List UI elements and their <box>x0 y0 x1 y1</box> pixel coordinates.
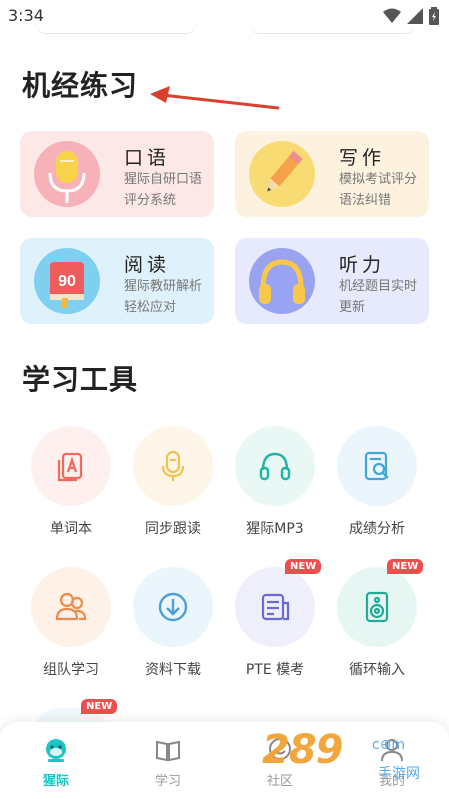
tool-label: 资料下载 <box>145 662 201 678</box>
practice-card-title: 阅读 <box>124 254 171 276</box>
score-analysis-icon <box>337 426 417 506</box>
practice-section-title: 机经练习 <box>22 69 139 102</box>
tool-label: 组队学习 <box>43 662 99 678</box>
tool-label: 循环输入 <box>349 662 405 678</box>
pencil-icon <box>249 141 315 207</box>
study-book-icon <box>156 740 180 762</box>
top-card-edge-right <box>250 24 415 34</box>
practice-card-listening[interactable]: 听力 机经题目实时更新 <box>235 238 429 324</box>
practice-card-title: 口语 <box>124 147 171 169</box>
tool-loop-input[interactable]: 循环输入 NEW <box>327 559 427 697</box>
new-badge: NEW <box>81 699 118 714</box>
practice-card-desc: 模拟考试评分语法纠错 <box>339 172 418 208</box>
book-number: 90 <box>58 273 76 290</box>
home-gorilla-icon <box>46 739 66 762</box>
practice-card-desc: 机经题目实时更新 <box>339 279 418 315</box>
practice-card-title: 写作 <box>339 147 386 169</box>
new-badge: NEW <box>285 559 322 574</box>
tool-vocabulary-book[interactable]: 单词本 <box>21 426 121 556</box>
tab-home[interactable]: 猩际 <box>16 736 96 789</box>
headphones-icon <box>235 426 315 506</box>
tab-label: 猩际 <box>42 774 69 789</box>
status-time: 3:34 <box>8 6 44 25</box>
practice-card-speaking[interactable]: 口语 猩际自研口语评分系统 <box>20 131 214 217</box>
mock-exam-icon <box>235 567 315 647</box>
practice-card-title: 听力 <box>339 254 386 276</box>
site-watermark: 289 c⊕m 手游网 <box>262 727 442 789</box>
wifi-icon <box>383 8 401 23</box>
tool-mp3[interactable]: 猩际MP3 <box>225 426 325 556</box>
practice-card-desc: 猩际自研口语评分系统 <box>124 172 203 208</box>
tool-label: 猩际MP3 <box>246 521 304 537</box>
new-badge: NEW <box>387 559 424 574</box>
tool-label: 单词本 <box>50 521 92 537</box>
tools-section-title: 学习工具 <box>22 363 139 396</box>
practice-card-desc: 猩际教研解析轻松应对 <box>124 279 203 315</box>
tool-pte-mock[interactable]: PTE 模考 NEW <box>225 559 325 697</box>
battery-icon <box>429 7 439 25</box>
tool-download[interactable]: 资料下载 <box>123 567 223 697</box>
tool-score-analysis[interactable]: 成绩分析 <box>327 426 427 556</box>
tool-label: 成绩分析 <box>349 521 405 537</box>
tool-label: 同步跟读 <box>145 521 201 537</box>
watermark-text: 289 <box>262 727 343 773</box>
tool-group-study[interactable]: 组队学习 <box>21 567 121 697</box>
book-icon: 90 <box>34 248 100 314</box>
tab-label: 学习 <box>154 774 181 789</box>
headphones-icon <box>249 248 315 314</box>
speaker-icon <box>337 567 417 647</box>
practice-card-reading[interactable]: 90 阅读 猩际教研解析轻松应对 <box>20 238 214 324</box>
tool-follow-read[interactable]: 同步跟读 <box>123 426 223 556</box>
vocabulary-book-icon <box>31 426 111 506</box>
practice-card-writing[interactable]: 写作 模拟考试评分语法纠错 <box>235 131 429 217</box>
follow-read-icon <box>133 426 213 506</box>
group-study-icon <box>31 567 111 647</box>
status-icons <box>383 7 439 25</box>
top-card-edge-left <box>36 24 196 34</box>
watermark-sub2: 手游网 <box>378 766 420 782</box>
cell-signal-icon <box>407 8 423 24</box>
tool-label: PTE 模考 <box>245 662 305 678</box>
microphone-icon <box>34 141 100 207</box>
watermark-sub: c⊕m <box>372 737 406 753</box>
download-icon <box>133 567 213 647</box>
annotation-arrow-icon <box>150 86 280 110</box>
tab-study[interactable]: 学习 <box>128 736 208 789</box>
